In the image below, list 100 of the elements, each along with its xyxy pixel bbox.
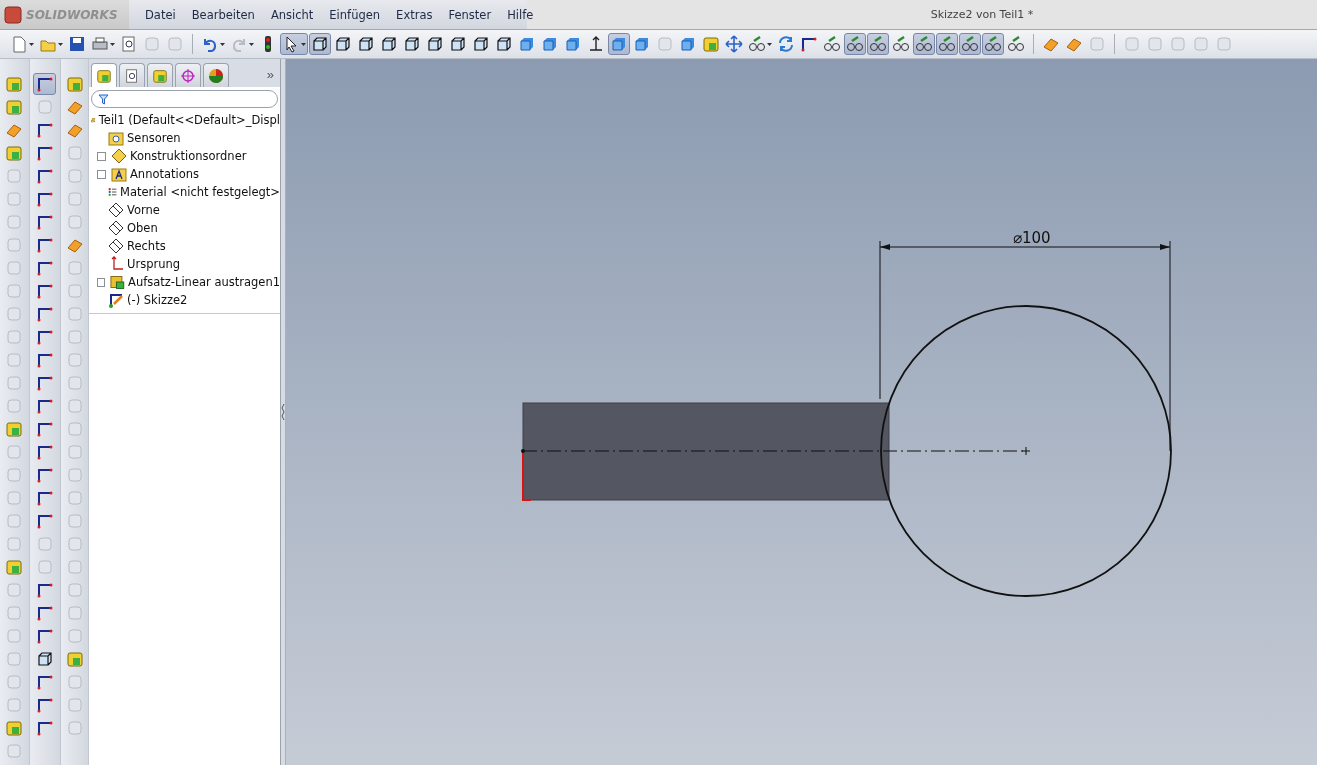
plane-icon [108, 220, 124, 236]
tool-icon [65, 512, 84, 530]
tool-icon [35, 535, 54, 553]
wireframe-cube-icon [426, 35, 444, 53]
toolbar-button[interactable] [280, 33, 308, 55]
glasses-icon [961, 35, 979, 53]
dimension-label: ⌀100 [1013, 229, 1051, 247]
cube-icon [679, 35, 697, 53]
sketch-tool-icon [35, 489, 54, 507]
filter-field[interactable] [91, 90, 278, 108]
tree-item[interactable]: Vorne [127, 203, 160, 217]
tool-icon [65, 282, 84, 300]
tool-icon [5, 466, 24, 484]
feature-icon [5, 75, 24, 93]
glasses-icon [823, 35, 841, 53]
tree-item[interactable]: Annotations [130, 167, 200, 181]
tool-icon [1169, 35, 1187, 53]
sketch-tool-icon [35, 466, 54, 484]
print-icon [91, 35, 109, 53]
expand-icon[interactable] [97, 151, 106, 161]
wireframe-cube-icon [334, 35, 352, 53]
feature-manager-icon [96, 67, 112, 84]
tool-icon [65, 305, 84, 323]
tool-icon [65, 673, 84, 691]
feature-icon [5, 558, 24, 576]
menu-item[interactable]: Datei [137, 7, 184, 22]
sketch-tool-icon [35, 374, 54, 392]
filter-icon [98, 93, 109, 105]
tool-icon [5, 489, 24, 507]
menu-item[interactable]: Ansicht [262, 7, 322, 22]
glasses-icon [869, 35, 887, 53]
toolbar-button[interactable] [33, 73, 57, 95]
tool-icon [5, 259, 24, 277]
manager-tab[interactable] [91, 63, 117, 87]
manager-tab[interactable] [175, 63, 201, 87]
plane-icon [108, 238, 124, 254]
tool-icon [65, 259, 84, 277]
tree-item[interactable]: Rechts [127, 239, 166, 253]
annotation-icon [111, 166, 127, 182]
display-manager-icon [208, 67, 224, 84]
tool-icon [5, 673, 24, 691]
tool-icon [1123, 35, 1141, 53]
wireframe-cube-icon [380, 35, 398, 53]
new-document-icon [10, 35, 28, 53]
tool-icon [5, 167, 24, 185]
menu-item[interactable]: Fenster [440, 7, 500, 22]
caret-icon [767, 42, 772, 46]
tree-item[interactable]: Material <nicht festgelegt> [120, 185, 280, 199]
menu-item[interactable]: Hilfe [499, 7, 542, 22]
tool-icon [5, 213, 24, 231]
crosshair-icon [180, 67, 196, 84]
center-mark-icon [1021, 446, 1031, 456]
tree-item[interactable]: Teil1 (Default<<Default>_Displ [98, 113, 280, 127]
sketch-tool-icon [35, 121, 54, 139]
menu-item[interactable]: Einfügen [321, 7, 389, 22]
manager-tab[interactable] [203, 63, 229, 87]
tool-icon [65, 581, 84, 599]
expand-icon[interactable] [97, 169, 106, 179]
cube-icon [610, 35, 628, 53]
tool-icon [1088, 35, 1106, 53]
tool-icon [65, 351, 84, 369]
sketch-tool-icon [35, 282, 54, 300]
cube-icon [518, 35, 536, 53]
tool-icon [5, 742, 24, 760]
tool-icon [5, 581, 24, 599]
toolbar-button[interactable] [309, 33, 331, 55]
tool-icon [65, 466, 84, 484]
tool-icon [65, 489, 84, 507]
more-tabs-button[interactable]: » [260, 67, 280, 87]
tree-item[interactable]: Konstruktionsordner [130, 149, 247, 163]
graphics-area[interactable]: ⌀100 [286, 59, 1317, 765]
sketch-tool-icon [35, 443, 54, 461]
expand-icon[interactable] [97, 277, 106, 287]
menu-item[interactable]: Extras [388, 7, 441, 22]
tool-icon [5, 190, 24, 208]
tool-icon [65, 719, 84, 737]
manager-tab[interactable] [147, 63, 173, 87]
tree-item[interactable]: Sensoren [127, 131, 181, 145]
tool-icon [65, 558, 84, 576]
preview-icon [120, 35, 138, 53]
sketch-tool-icon [35, 236, 54, 254]
glasses-icon [748, 35, 766, 53]
tree-item[interactable]: Ursprung [127, 257, 181, 271]
manager-tab[interactable] [119, 63, 145, 87]
wireframe-cube-icon [403, 35, 421, 53]
tree-item[interactable]: (-) Skizze2 [127, 293, 188, 307]
tool-icon [35, 98, 54, 116]
feature-icon [5, 719, 24, 737]
tree-item[interactable]: Oben [127, 221, 158, 235]
tree-item[interactable]: Aufsatz-Linear austragen1 [128, 275, 280, 289]
property-manager-icon [124, 67, 140, 84]
menu-item[interactable]: Bearbeiten [183, 7, 263, 22]
caret-icon [110, 42, 115, 46]
glasses-icon [846, 35, 864, 53]
app-logo: SOLIDWORKS [26, 7, 118, 22]
tool-icon [5, 351, 24, 369]
wireframe-cube-icon [472, 35, 490, 53]
tool-icon [5, 512, 24, 530]
feature-icon [65, 650, 84, 668]
sketch-tool-icon [35, 420, 54, 438]
